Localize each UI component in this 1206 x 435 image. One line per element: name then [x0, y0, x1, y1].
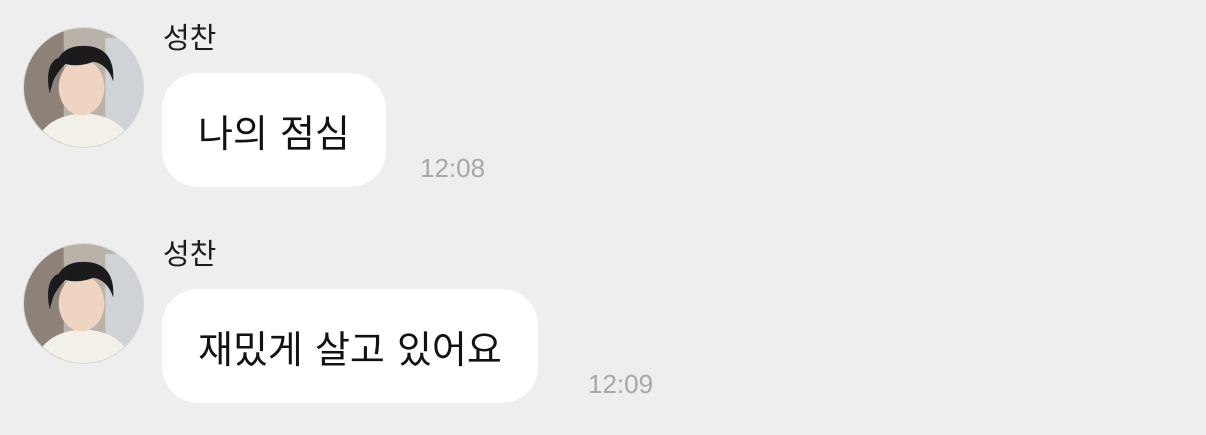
message-bubble[interactable]: 나의 점심: [162, 73, 386, 187]
profile-photo-icon: [24, 28, 143, 147]
avatar[interactable]: [23, 243, 144, 364]
message-timestamp: 12:08: [420, 153, 486, 183]
profile-photo-icon: [24, 244, 143, 363]
chat-message: 성찬 재밌게 살고 있어요 12:09: [0, 216, 1206, 416]
message-timestamp: 12:09: [588, 369, 654, 399]
sender-name: 성찬: [163, 237, 217, 271]
chat-message: 성찬 나의 점심 12:08: [0, 0, 1206, 200]
sender-name: 성찬: [163, 21, 217, 55]
message-bubble[interactable]: 재밌게 살고 있어요: [162, 289, 538, 403]
avatar[interactable]: [23, 27, 144, 148]
